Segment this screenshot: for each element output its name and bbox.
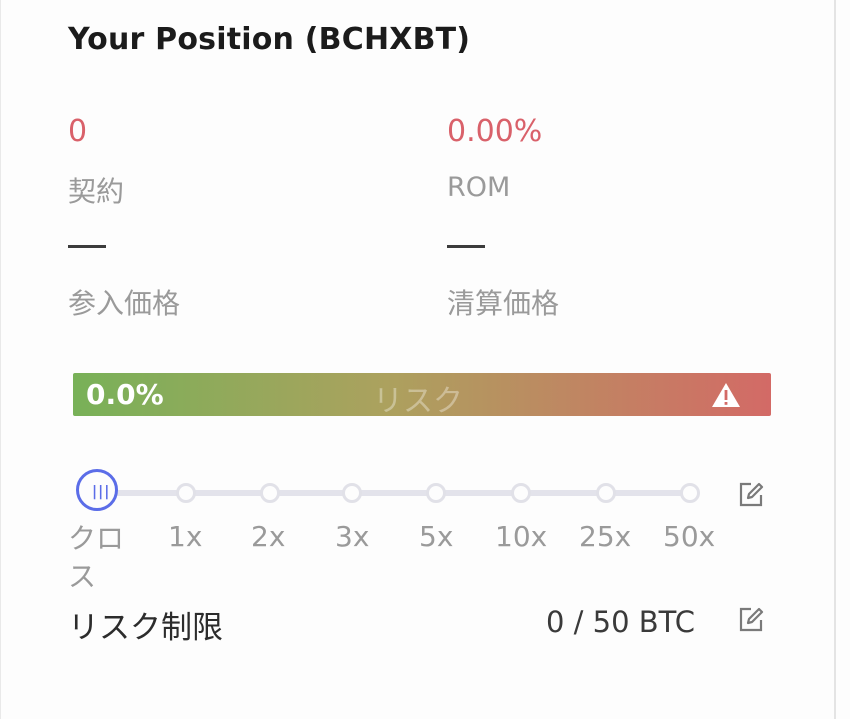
rom-value: 0.00% <box>447 114 543 149</box>
leverage-label-50x[interactable]: 50x <box>663 520 715 553</box>
warning-icon <box>712 383 740 407</box>
contracts-value: 0 <box>68 114 88 149</box>
leverage-stop-2x[interactable] <box>260 483 280 503</box>
position-panel: Your Position (BCHXBT) 0 契約 0.00% ROM — … <box>0 0 836 719</box>
leverage-label-5x[interactable]: 5x <box>419 520 453 553</box>
edit-icon[interactable] <box>737 481 765 509</box>
risk-limit-label: リスク制限 <box>68 610 223 646</box>
risk-percent: 0.0% <box>86 378 164 411</box>
risk-bar: 0.0% リスク <box>73 373 771 419</box>
leverage-stop-3x[interactable] <box>342 483 362 503</box>
risk-limit-edit-icon[interactable] <box>737 606 765 634</box>
leverage-stop-5x[interactable] <box>426 483 446 503</box>
leverage-label-25x[interactable]: 25x <box>579 520 631 553</box>
liquidation-price-label: 清算価格 <box>447 287 560 320</box>
leverage-label-1x[interactable]: 1x <box>168 520 202 553</box>
leverage-label-3x[interactable]: 3x <box>335 520 369 553</box>
contracts-label: 契約 <box>68 175 125 208</box>
entry-price-label: 参入価格 <box>68 287 181 320</box>
leverage-stop-10x[interactable] <box>511 483 531 503</box>
panel-title: Your Position (BCHXBT) <box>68 22 471 57</box>
leverage-stop-1x[interactable] <box>176 483 196 503</box>
leverage-label-2x[interactable]: 2x <box>251 520 285 553</box>
rom-label: ROM <box>447 172 511 203</box>
grip-icon: ||| <box>92 484 111 500</box>
risk-limit-value: 0 / 50 BTC <box>546 605 695 639</box>
leverage-slider-handle[interactable]: ||| <box>76 469 118 511</box>
risk-bar-label: リスク <box>373 384 463 419</box>
leverage-label-10x[interactable]: 10x <box>495 520 547 553</box>
leverage-stop-25x[interactable] <box>596 483 616 503</box>
liquidation-price-value <box>447 245 485 248</box>
leverage-stop-50x[interactable] <box>680 483 700 503</box>
leverage-label-cross[interactable]: クロス <box>68 520 140 596</box>
entry-price-value <box>68 245 106 248</box>
